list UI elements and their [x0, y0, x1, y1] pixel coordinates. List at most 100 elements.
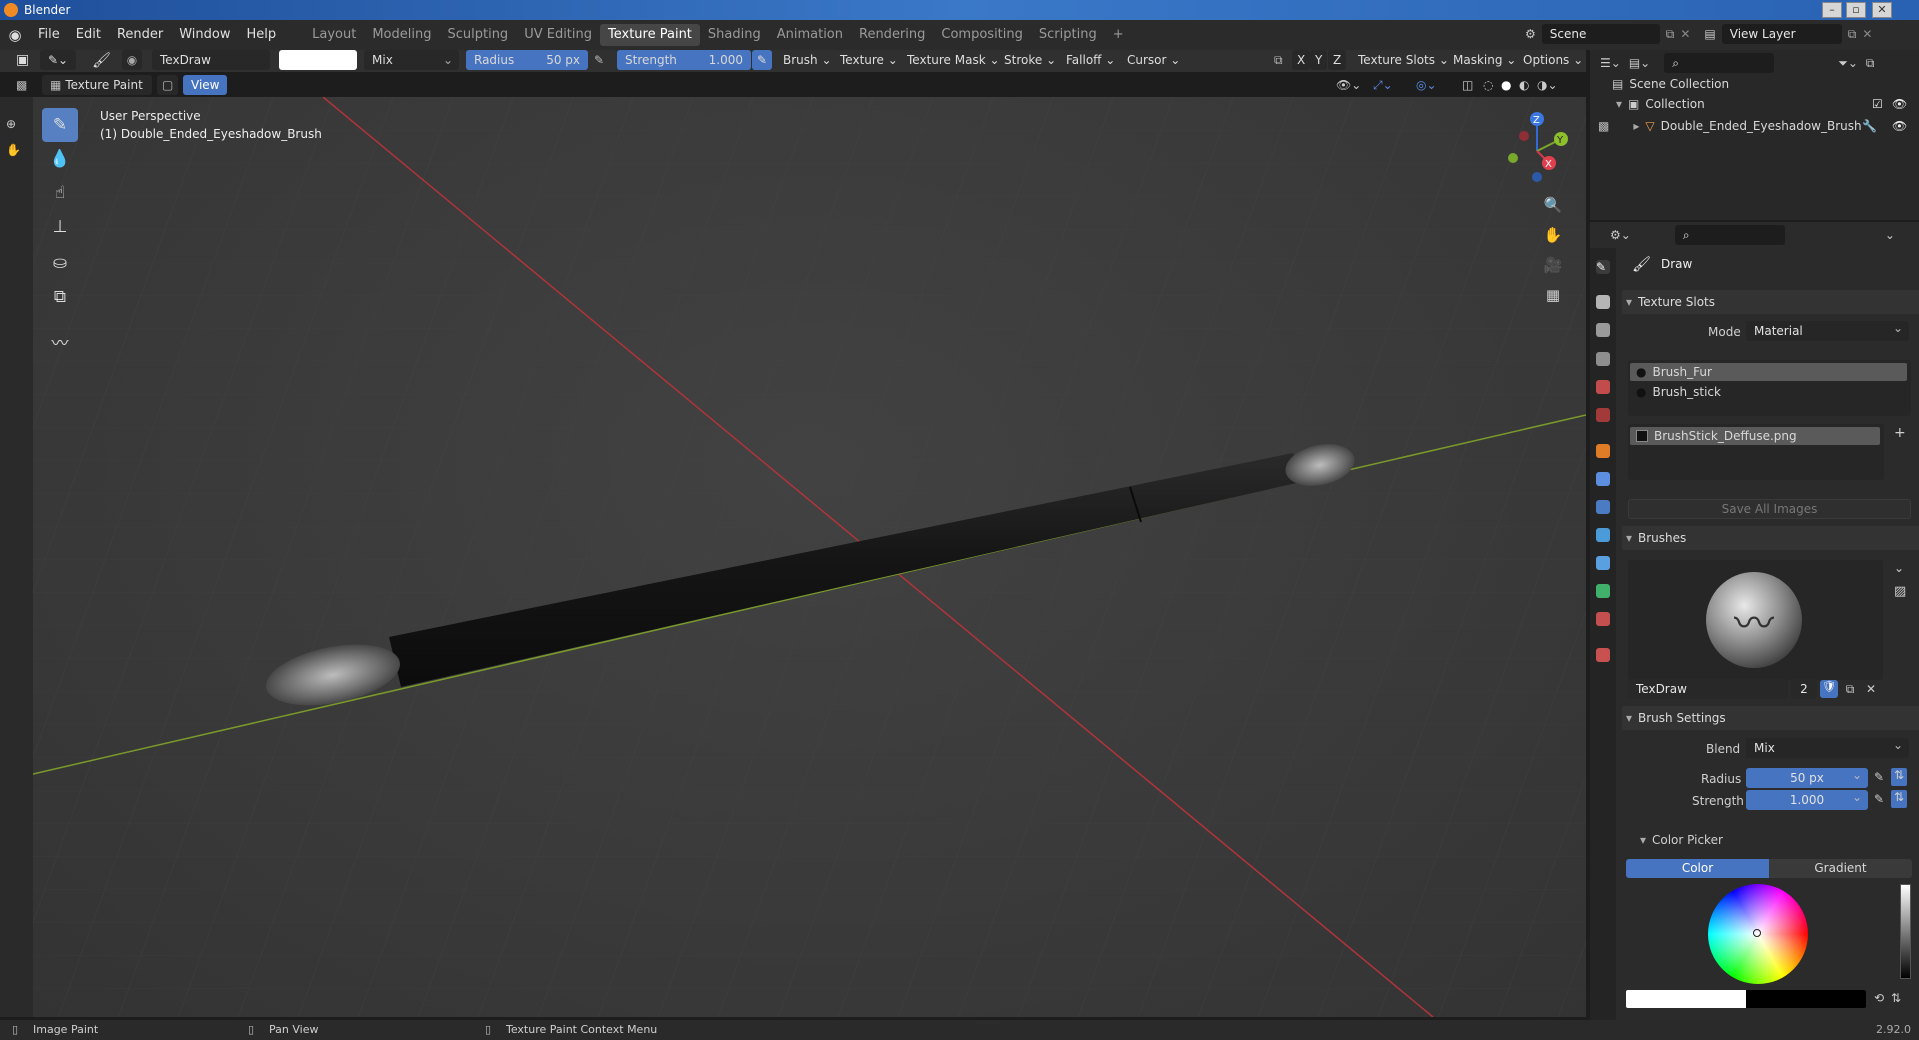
tab-tool-icon[interactable]: ✎: [1596, 260, 1610, 274]
tab-rendering[interactable]: Rendering: [851, 24, 933, 46]
overlay-toggle-icon[interactable]: ◎⌄: [1408, 75, 1445, 95]
3d-viewport[interactable]: User Perspective (1) Double_Ended_Eyesha…: [33, 97, 1586, 1017]
view-layer-icon[interactable]: ▤: [1704, 27, 1715, 41]
display-mode-icon[interactable]: ▤⌄: [1629, 56, 1650, 70]
gizmo-neg-y-icon[interactable]: [1508, 153, 1518, 163]
object-visibility-icon[interactable]: 👁: [1892, 119, 1907, 133]
strength-pressure-icon[interactable]: ✎: [752, 50, 773, 70]
blender-menu-icon[interactable]: ◉: [0, 26, 30, 44]
menu-file[interactable]: File: [30, 24, 68, 46]
cursor-menu[interactable]: Cursor ⌄: [1119, 50, 1188, 70]
new-view-layer-icon[interactable]: ⧉: [1848, 27, 1857, 42]
radius-pressure-icon[interactable]: ✎: [588, 50, 610, 70]
options-menu[interactable]: Options ⌄: [1515, 50, 1591, 70]
brush-user-count[interactable]: 2: [1791, 679, 1817, 699]
pan-hand-icon[interactable]: ✋: [1540, 222, 1566, 248]
minimize-button[interactable]: –: [1822, 2, 1842, 18]
swap-colors-icon[interactable]: ⟲: [1874, 991, 1884, 1005]
menu-edit[interactable]: Edit: [68, 24, 109, 46]
blend-dropdown[interactable]: Mix ⌄: [364, 50, 459, 70]
tab-gradient[interactable]: Gradient: [1769, 859, 1912, 878]
gizmo-neg-x-icon[interactable]: [1519, 131, 1529, 141]
tab-animation[interactable]: Animation: [769, 24, 851, 46]
filter-icon[interactable]: ⏷⌄: [1838, 56, 1858, 71]
stroke-menu[interactable]: Stroke ⌄: [996, 50, 1064, 70]
navigation-gizmo[interactable]: Z Y X: [1497, 111, 1577, 191]
tab-texture-icon[interactable]: [1596, 648, 1610, 662]
tab-modeling[interactable]: Modeling: [364, 24, 439, 46]
zoom-icon[interactable]: 🔍: [1540, 192, 1566, 218]
brushes-panel-header[interactable]: Brushes: [1622, 526, 1919, 550]
delete-view-layer-icon[interactable]: ✕: [1862, 27, 1872, 41]
brush-image-icon[interactable]: ▨: [1894, 584, 1906, 599]
mode-dropdown[interactable]: ▦ Texture Paint: [42, 75, 152, 95]
mirror-z-toggle[interactable]: Z: [1328, 50, 1347, 70]
tab-render-icon[interactable]: [1596, 295, 1610, 309]
gizmo-toggle-icon[interactable]: ⤢⌄: [1365, 75, 1401, 95]
properties-options-icon[interactable]: ⌄: [1885, 228, 1895, 242]
brush-blend-dropdown[interactable]: Mix: [1746, 735, 1909, 758]
texture-paint-mode-indicator-icon[interactable]: ▩: [1598, 119, 1609, 133]
outliner-collection-row[interactable]: ▾ ▣ Collection ☑ 👁: [1616, 97, 1916, 111]
pan-edge-icon[interactable]: ✋: [6, 143, 21, 157]
close-window-button[interactable]: ✕: [1872, 2, 1892, 18]
duplicate-brush-icon[interactable]: ⧉: [1841, 682, 1859, 697]
outliner-search-input[interactable]: ⌕: [1664, 53, 1775, 73]
strength-setting-slider[interactable]: 1.000: [1746, 787, 1868, 810]
tab-data-icon[interactable]: [1596, 584, 1610, 598]
tab-physics-icon[interactable]: [1596, 528, 1610, 542]
brush-settings-panel-header[interactable]: Brush Settings: [1622, 706, 1919, 730]
paint-mask-toggle[interactable]: ▢: [157, 75, 179, 95]
brush-fake-user-icon[interactable]: ◉: [122, 50, 142, 70]
slot-mode-dropdown[interactable]: Material: [1746, 318, 1909, 341]
maximize-button[interactable]: ▫: [1846, 2, 1866, 18]
scene-name-field[interactable]: Scene: [1541, 24, 1660, 44]
color-unified-icon[interactable]: ⇅: [1891, 991, 1901, 1005]
strength-pressure-toggle-icon-2[interactable]: ⇅: [1891, 790, 1907, 808]
tab-texture-paint[interactable]: Texture Paint: [600, 24, 700, 46]
tab-color[interactable]: Color: [1626, 859, 1769, 878]
tab-world-icon[interactable]: [1596, 408, 1610, 422]
tab-particles-icon[interactable]: [1596, 500, 1610, 514]
draw-tool-icon[interactable]: ✎: [42, 108, 78, 142]
tab-sculpting[interactable]: Sculpting: [439, 24, 516, 46]
tab-constraints-icon[interactable]: [1596, 556, 1610, 570]
falloff-menu[interactable]: Falloff ⌄: [1058, 50, 1123, 70]
object-modifier-icon[interactable]: 🔧: [1862, 119, 1877, 133]
new-scene-icon[interactable]: ⧉: [1666, 27, 1675, 42]
tab-view-layer-icon[interactable]: [1596, 352, 1610, 366]
mirror-y-toggle[interactable]: Y: [1310, 50, 1328, 70]
color-picker-collapse-icon[interactable]: ▾: [1640, 833, 1646, 847]
brush-icon[interactable]: 🖌: [84, 50, 119, 70]
add-image-slot-icon[interactable]: +: [1894, 425, 1906, 441]
tab-shading[interactable]: Shading: [700, 24, 769, 46]
texture-mask-menu[interactable]: Texture Mask ⌄: [899, 50, 1008, 70]
radius-pressure-toggle-icon[interactable]: ✎: [1874, 770, 1884, 784]
brush-menu[interactable]: Brush ⌄: [775, 50, 840, 70]
brush-datablock-name[interactable]: TexDraw: [1628, 679, 1788, 699]
tab-material-icon[interactable]: [1596, 612, 1610, 626]
menu-help[interactable]: Help: [239, 24, 285, 46]
rendered-shading-icon[interactable]: ◑⌄: [1529, 75, 1566, 95]
color-wheel[interactable]: [1708, 884, 1808, 984]
visibility-icon[interactable]: 👁⌄: [1328, 75, 1369, 95]
mask-tool-icon[interactable]: ⧉: [42, 280, 78, 314]
menu-window[interactable]: Window: [171, 24, 238, 46]
uv-editor-icon[interactable]: ▩: [8, 75, 35, 95]
radius-unit-toggle-icon[interactable]: ⇅: [1891, 768, 1907, 786]
gizmo-neg-z-icon[interactable]: [1532, 172, 1542, 182]
brush-preview-area[interactable]: 〰: [1628, 560, 1883, 680]
collection-expand-icon[interactable]: ▾: [1616, 97, 1622, 111]
save-all-images-button[interactable]: Save All Images: [1628, 499, 1911, 519]
collection-visibility-icon[interactable]: 👁: [1892, 97, 1907, 111]
annotate-tool-icon[interactable]: 〰: [42, 324, 78, 358]
material-slot-item-brush-fur[interactable]: ● Brush_Fur: [1630, 363, 1907, 381]
texture-slots-panel-header[interactable]: Texture Slots: [1622, 290, 1919, 314]
secondary-color-swatch[interactable]: [1746, 990, 1866, 1008]
fill-tool-icon[interactable]: ⛀: [42, 246, 78, 280]
soften-tool-icon[interactable]: 💧: [42, 142, 78, 176]
tab-output-icon[interactable]: [1596, 323, 1610, 337]
clone-tool-icon[interactable]: ⊥: [42, 210, 78, 244]
image-slot-item[interactable]: BrushStick_Deffuse.png: [1630, 427, 1880, 445]
tool-settings-icon[interactable]: ✎⌄: [40, 50, 77, 70]
